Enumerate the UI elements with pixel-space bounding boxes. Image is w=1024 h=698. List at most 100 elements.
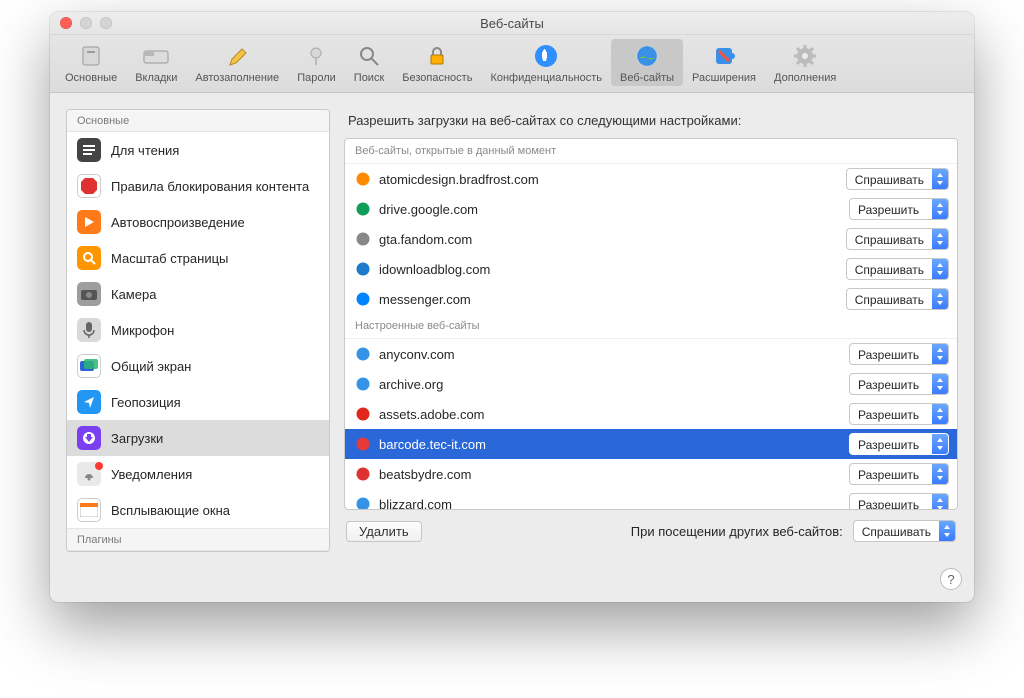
notification-badge-icon (95, 462, 103, 470)
site-action-select[interactable]: Разрешить (849, 433, 949, 455)
toolbar-label: Расширения (692, 72, 756, 84)
site-favicon-icon (355, 291, 371, 307)
site-domain: gta.fandom.com (379, 232, 838, 247)
sidebar-item-label: Всплывающие окна (111, 503, 230, 518)
help-button[interactable]: ? (940, 568, 962, 590)
select-value: Разрешить (850, 464, 932, 484)
sidebar-item-label: Автовоспроизведение (111, 215, 245, 230)
sidebar-item-location[interactable]: Геопозиция (67, 384, 329, 420)
select-value: Спрашивать (847, 289, 932, 309)
select-value: Разрешить (850, 404, 932, 424)
hand-icon (532, 42, 560, 70)
zoom-icon (77, 246, 101, 270)
toolbar-item-extensions[interactable]: Расширения (683, 39, 765, 86)
minimize-window-button[interactable] (80, 17, 92, 29)
site-action-select[interactable]: Разрешить (849, 493, 949, 509)
sidebar-item-popups[interactable]: Всплывающие окна (67, 492, 329, 528)
sidebar: Основные Для чтения Правила блокирования… (66, 109, 330, 552)
sidebar-item-notifications[interactable]: Уведомления (67, 456, 329, 492)
website-row[interactable]: blizzard.com Разрешить (345, 489, 957, 509)
site-favicon-icon (355, 376, 371, 392)
traffic-lights (60, 17, 112, 29)
sidebar-item-content-blockers[interactable]: Правила блокирования контента (67, 168, 329, 204)
sidebar-item-downloads[interactable]: Загрузки (67, 420, 329, 456)
website-row[interactable]: drive.google.com Разрешить (345, 194, 957, 224)
zoom-window-button[interactable] (100, 17, 112, 29)
site-favicon-icon (355, 496, 371, 509)
site-favicon-icon (355, 406, 371, 422)
toolbar-label: Дополнения (774, 72, 836, 84)
site-favicon-icon (355, 201, 371, 217)
site-action-select[interactable]: Разрешить (849, 373, 949, 395)
select-value: Разрешить (850, 374, 932, 394)
toolbar-item-search[interactable]: Поиск (345, 39, 393, 86)
site-action-select[interactable]: Разрешить (849, 463, 949, 485)
titlebar[interactable]: Веб-сайты (50, 12, 974, 35)
site-action-select[interactable]: Разрешить (849, 403, 949, 425)
play-icon (77, 210, 101, 234)
website-row[interactable]: atomicdesign.bradfrost.com Спрашивать (345, 164, 957, 194)
globe-icon (633, 42, 661, 70)
chevron-up-down-icon (939, 521, 955, 541)
stop-sign-icon (77, 174, 101, 198)
site-favicon-icon (355, 466, 371, 482)
sidebar-item-label: Общий экран (111, 359, 191, 374)
window-title: Веб-сайты (50, 16, 974, 31)
site-action-select[interactable]: Спрашивать (846, 258, 949, 280)
help-area: ? (50, 566, 974, 602)
website-row[interactable]: anyconv.com Разрешить (345, 339, 957, 369)
toolbar-item-privacy[interactable]: Конфиденциальность (481, 39, 611, 86)
sidebar-item-label: Камера (111, 287, 156, 302)
preferences-window: Веб-сайты Основные Вкладки Автозаполнени… (50, 12, 974, 602)
site-action-select[interactable]: Спрашивать (846, 288, 949, 310)
site-favicon-icon (355, 231, 371, 247)
select-value: Спрашивать (847, 259, 932, 279)
site-domain: assets.adobe.com (379, 407, 841, 422)
toolbar-item-websites[interactable]: Веб-сайты (611, 39, 683, 86)
default-action-select[interactable]: Спрашивать (853, 520, 956, 542)
toolbar-label: Безопасность (402, 72, 472, 84)
site-action-select[interactable]: Разрешить (849, 198, 949, 220)
websites-list[interactable]: atomicdesign.bradfrost.com Спрашивать dr… (345, 164, 957, 509)
content-heading: Разрешить загрузки на веб-сайтах со след… (344, 109, 958, 138)
website-row[interactable]: gta.fandom.com Спрашивать (345, 224, 957, 254)
delete-button[interactable]: Удалить (346, 521, 422, 542)
configured-sites-header: Настроенные веб-сайты (345, 314, 957, 339)
sidebar-item-microphone[interactable]: Микрофон (67, 312, 329, 348)
toolbar-item-security[interactable]: Безопасность (393, 39, 481, 86)
sidebar-item-page-zoom[interactable]: Масштаб страницы (67, 240, 329, 276)
site-action-select[interactable]: Разрешить (849, 343, 949, 365)
website-row[interactable]: assets.adobe.com Разрешить (345, 399, 957, 429)
toolbar-item-autofill[interactable]: Автозаполнение (186, 39, 288, 86)
toolbar-item-tabs[interactable]: Вкладки (126, 39, 186, 86)
site-action-select[interactable]: Спрашивать (846, 228, 949, 250)
chevron-up-down-icon (932, 494, 948, 509)
sidebar-item-camera[interactable]: Камера (67, 276, 329, 312)
chevron-up-down-icon (932, 259, 948, 279)
sidebar-item-screen-sharing[interactable]: Общий экран (67, 348, 329, 384)
sidebar-item-label: Геопозиция (111, 395, 181, 410)
gear-icon (791, 42, 819, 70)
select-value: Разрешить (850, 434, 932, 454)
toolbar-label: Вкладки (135, 72, 177, 84)
puzzle-icon (710, 42, 738, 70)
website-row[interactable]: archive.org Разрешить (345, 369, 957, 399)
site-domain: barcode.tec-it.com (379, 437, 841, 452)
site-action-select[interactable]: Спрашивать (846, 168, 949, 190)
website-row[interactable]: messenger.com Спрашивать (345, 284, 957, 314)
website-row[interactable]: idownloadblog.com Спрашивать (345, 254, 957, 284)
pencil-icon (223, 42, 251, 70)
close-window-button[interactable] (60, 17, 72, 29)
website-row[interactable]: beatsbydre.com Разрешить (345, 459, 957, 489)
toolbar-item-general[interactable]: Основные (56, 39, 126, 86)
tabs-icon (142, 42, 170, 70)
key-icon (302, 42, 330, 70)
sidebar-item-autoplay[interactable]: Автовоспроизведение (67, 204, 329, 240)
sidebar-item-reader[interactable]: Для чтения (67, 132, 329, 168)
chevron-up-down-icon (932, 464, 948, 484)
website-row[interactable]: barcode.tec-it.com Разрешить (345, 429, 957, 459)
toolbar-item-advanced[interactable]: Дополнения (765, 39, 845, 86)
toolbar-item-passwords[interactable]: Пароли (288, 39, 345, 86)
chevron-up-down-icon (932, 344, 948, 364)
site-domain: archive.org (379, 377, 841, 392)
